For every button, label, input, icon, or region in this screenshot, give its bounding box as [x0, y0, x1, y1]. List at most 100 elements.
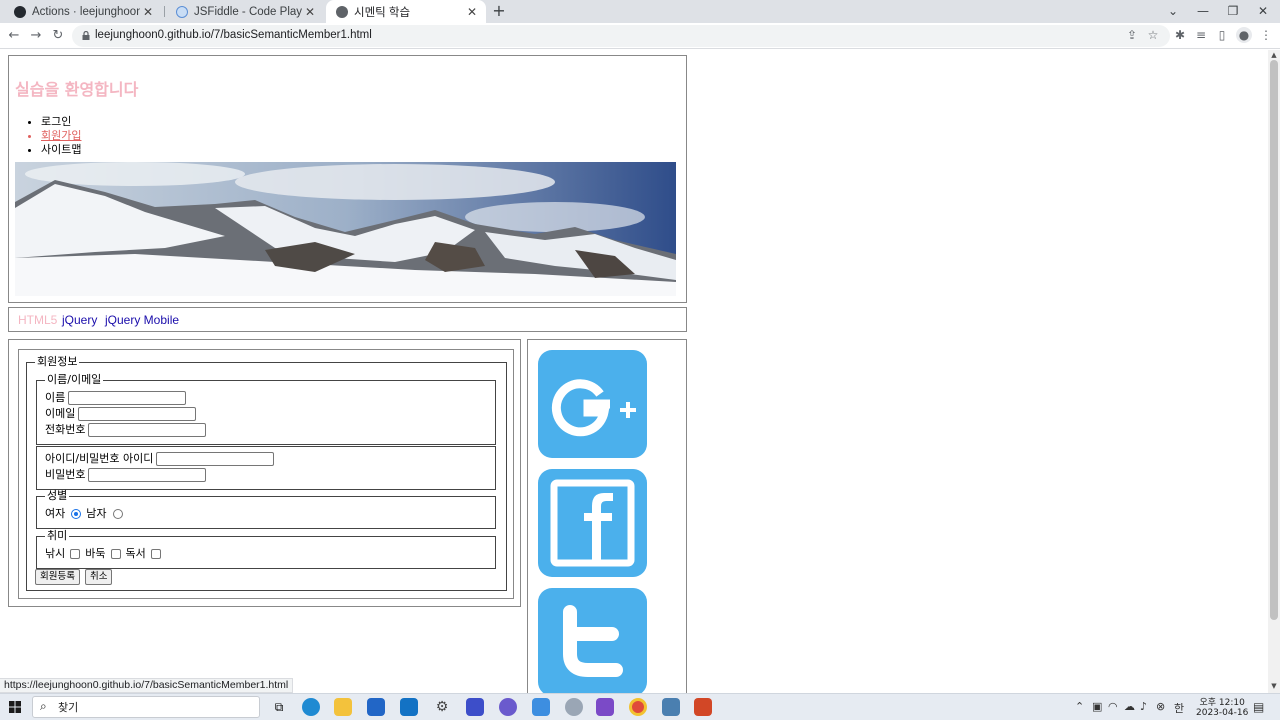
share-icon[interactable]: ⇪ [1124, 27, 1140, 43]
cancel-button[interactable]: 취소 [85, 569, 113, 585]
visual-studio-icon[interactable] [596, 698, 614, 716]
tab-semantic[interactable]: 시멘틱 학습 ✕ [326, 0, 486, 23]
ime-indicator[interactable]: 한 [1174, 700, 1184, 716]
url-text[interactable]: leejunghoon0.github.io/7/basicSemanticMe… [95, 29, 372, 41]
password-input[interactable] [88, 468, 207, 482]
forward-icon[interactable]: → [27, 27, 45, 45]
gender-row: 여자 남자 [45, 507, 128, 521]
tray-chevron-icon[interactable]: ⌃ [1075, 700, 1084, 713]
baduk-checkbox[interactable] [110, 549, 121, 559]
submit-button[interactable]: 회원등록 [35, 569, 80, 585]
media-icon[interactable]: ≡ [1193, 27, 1209, 43]
twitter-icon[interactable] [538, 588, 647, 693]
store-icon[interactable] [367, 698, 385, 716]
scroll-thumb[interactable] [1270, 60, 1278, 620]
taskbar-clock[interactable]: 오후 12:10 2023-04-16 [1196, 695, 1248, 718]
github-icon [14, 5, 26, 18]
tray-wifi-icon[interactable]: ◠ [1108, 700, 1118, 713]
reload-icon[interactable]: ↻ [49, 27, 67, 45]
edge-icon[interactable] [302, 698, 320, 716]
name-row: 이름 [45, 391, 187, 405]
fieldset-member-info: 회원정보 이름/이메일 이름 이메일 전화번호 아이디/비밀번호 아이디 비밀번… [26, 356, 507, 591]
chrome-icon[interactable] [629, 698, 647, 716]
id-input[interactable] [156, 452, 275, 466]
tab-title: JSFiddle - Code Playground [194, 5, 302, 18]
side-panel-icon[interactable]: ▯ [1214, 27, 1230, 43]
app-icon-python[interactable] [532, 698, 550, 716]
app-icon-notepad[interactable] [662, 698, 680, 716]
tray-volume-icon[interactable]: ♪ [1140, 700, 1147, 713]
task-view-icon[interactable]: ⧉ [270, 698, 288, 716]
male-label: 남자 [86, 507, 107, 520]
close-tab-icon[interactable]: ✕ [464, 5, 480, 19]
reading-label: 독서 [125, 547, 146, 560]
tab-separator [164, 6, 165, 17]
sub-menu: HTML5 jQuery jQuery Mobile [8, 307, 687, 332]
lock-icon [82, 31, 90, 40]
file-explorer-icon[interactable] [334, 698, 352, 716]
windows-start-icon[interactable] [9, 701, 21, 713]
globe-icon [336, 5, 348, 18]
restore-icon[interactable]: ❐ [1216, 0, 1250, 23]
menu-kebab-icon[interactable]: ⋮ [1258, 27, 1274, 43]
top-nav: 로그인 회원가입 사이트맵 [41, 115, 81, 157]
tab-github-actions[interactable]: Actions · leejunghoon0/lee ✕ [4, 0, 162, 23]
account-label: 아이디/비밀번호 아이디 [45, 452, 154, 465]
menu-jquery[interactable]: jQuery [62, 313, 97, 327]
mail-icon[interactable] [400, 698, 418, 716]
app-icon-blue[interactable] [466, 698, 484, 716]
close-tab-icon[interactable]: ✕ [302, 5, 318, 19]
name-label: 이름 [45, 391, 66, 404]
tab-jsfiddle[interactable]: JSFiddle - Code Playground ✕ [166, 0, 324, 23]
email-input[interactable] [78, 407, 197, 421]
id-row: 아이디/비밀번호 아이디 [45, 452, 275, 466]
facebook-icon[interactable] [538, 469, 647, 577]
jsfiddle-icon [176, 5, 188, 18]
fishing-checkbox[interactable] [70, 549, 81, 559]
back-icon[interactable]: ← [5, 27, 23, 45]
female-label: 여자 [45, 507, 66, 520]
taskbar-search-label[interactable]: 찾기 [58, 699, 78, 715]
profile-icon[interactable]: ● [1236, 27, 1252, 43]
scroll-down-icon[interactable]: ▼ [1268, 682, 1280, 692]
close-window-icon[interactable]: ✕ [1246, 0, 1280, 23]
mountain-banner-image [15, 162, 676, 296]
app-icon-purple[interactable] [499, 698, 517, 716]
legend-member-info: 회원정보 [35, 355, 80, 368]
tab-search-chevron-icon[interactable]: ⌄ [1156, 0, 1190, 23]
app-icon-gray[interactable] [565, 698, 583, 716]
menu-jquery-mobile[interactable]: jQuery Mobile [105, 313, 179, 327]
tab-strip: Actions · leejunghoon0/lee ✕ JSFiddle - … [0, 0, 1280, 23]
page-scrollbar[interactable]: ▲ ▼ [1268, 50, 1280, 693]
close-tab-icon[interactable]: ✕ [140, 5, 156, 19]
reading-checkbox[interactable] [150, 549, 161, 559]
tray-status-icon[interactable]: ⊗ [1156, 700, 1165, 713]
nav-signup[interactable]: 회원가입 [41, 129, 81, 143]
baduk-label: 바둑 [85, 547, 106, 560]
fishing-label: 낚시 [45, 547, 66, 560]
nav-sitemap[interactable]: 사이트맵 [41, 143, 81, 157]
extensions-icon[interactable]: ✱ [1172, 27, 1188, 43]
tray-cloud-icon[interactable]: ☁ [1124, 700, 1135, 713]
female-radio[interactable] [71, 509, 82, 519]
clock-time: 오후 12:10 [1199, 698, 1245, 708]
google-plus-icon[interactable] [538, 350, 647, 458]
tray-device-icon[interactable]: ▣ [1092, 700, 1102, 713]
phone-input[interactable] [88, 423, 207, 437]
page-header: 실습을 환영합니다 로그인 회원가입 사이트맵 [8, 55, 687, 303]
male-radio[interactable] [112, 509, 123, 519]
name-input[interactable] [68, 391, 187, 405]
nav-login[interactable]: 로그인 [41, 115, 81, 129]
minimize-icon[interactable]: — [1186, 0, 1220, 23]
member-form: 회원정보 이름/이메일 이름 이메일 전화번호 아이디/비밀번호 아이디 비밀번… [18, 349, 514, 599]
search-icon: ⌕ [40, 699, 47, 713]
bookmark-star-icon[interactable]: ☆ [1145, 27, 1161, 43]
menu-html5[interactable]: HTML5 [18, 313, 57, 327]
tab-title: 시멘틱 학습 [354, 6, 411, 19]
password-label: 비밀번호 [45, 468, 86, 481]
notification-icon[interactable]: ▤ [1253, 700, 1264, 714]
new-tab-icon[interactable]: + [490, 2, 508, 20]
powerpoint-icon[interactable] [694, 698, 712, 716]
settings-gear-icon[interactable]: ⚙ [433, 698, 451, 716]
form-section: 회원정보 이름/이메일 이름 이메일 전화번호 아이디/비밀번호 아이디 비밀번… [8, 339, 521, 607]
